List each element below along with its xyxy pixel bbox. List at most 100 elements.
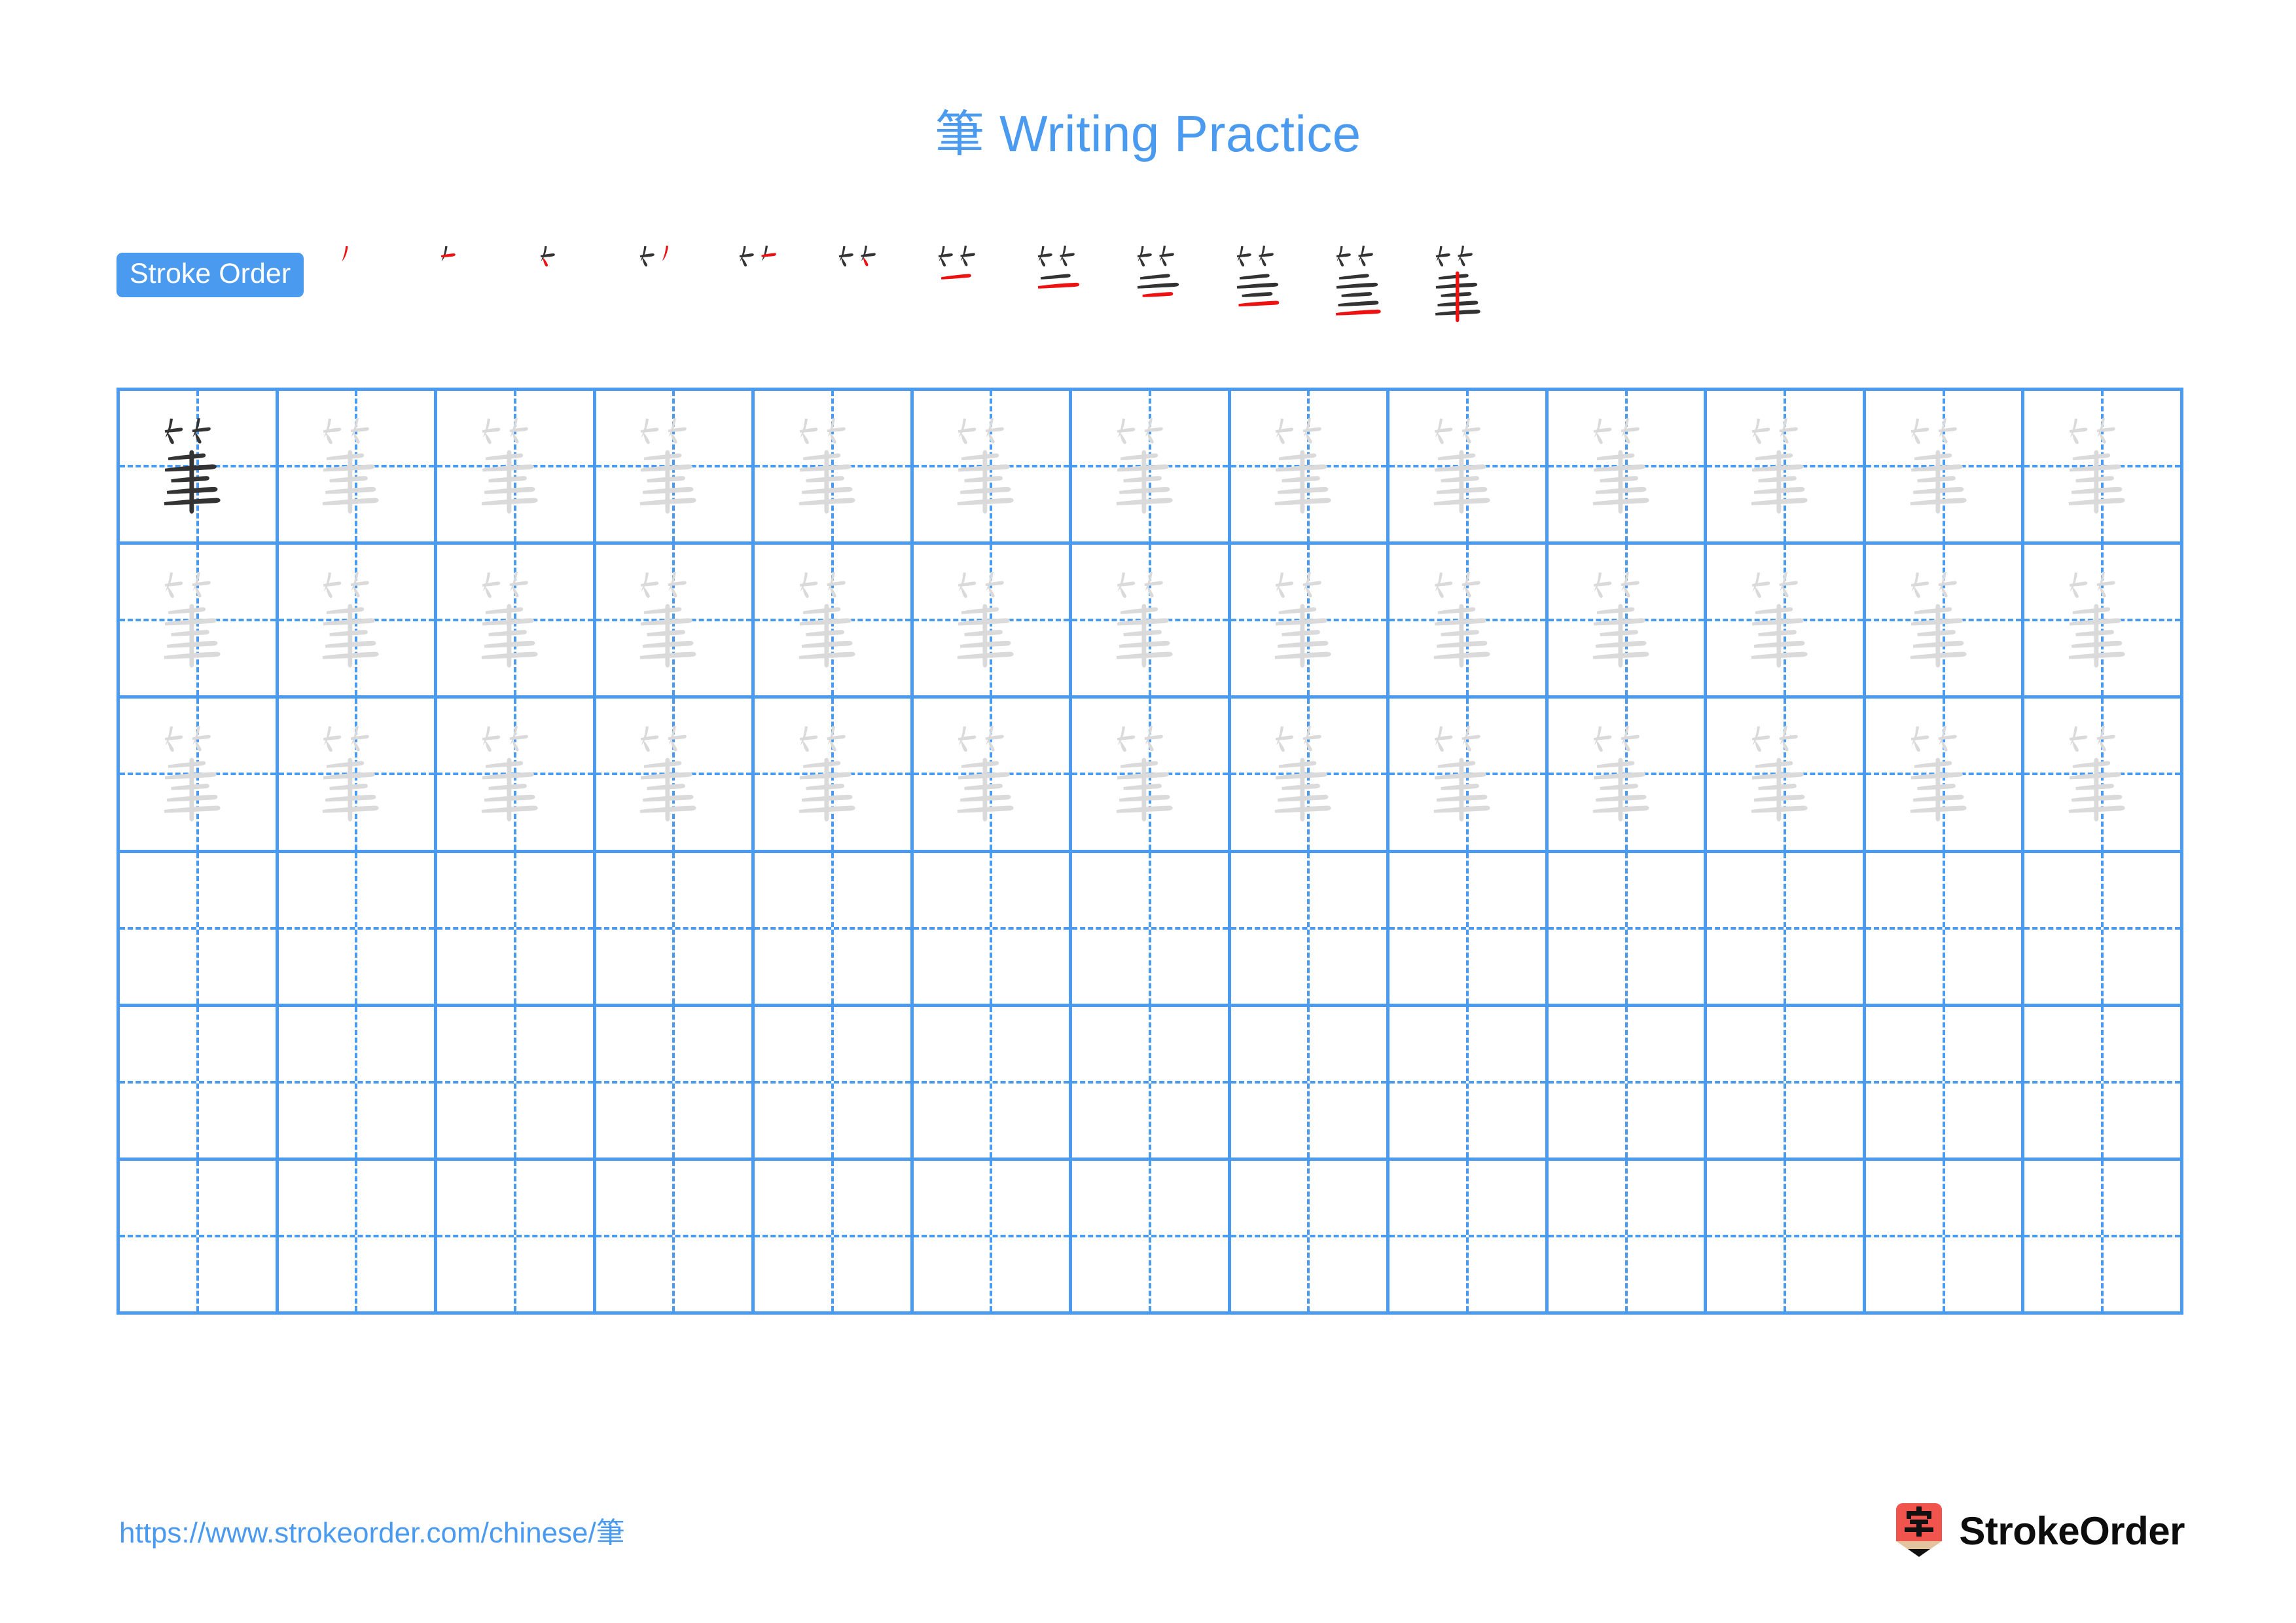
grid-cell[interactable] [278, 1160, 438, 1315]
grid-cell[interactable] [755, 545, 914, 699]
grid-cell[interactable] [755, 699, 914, 853]
grid-cell[interactable] [278, 545, 438, 699]
stroke-order-step-5 [716, 234, 816, 334]
grid-cell[interactable] [1072, 852, 1231, 1007]
grid-cell[interactable] [1707, 1006, 1866, 1161]
grid-cell[interactable] [1230, 699, 1390, 853]
grid-cell[interactable] [1230, 1160, 1390, 1315]
grid-row [120, 545, 2183, 699]
grid-cell[interactable] [1865, 1160, 2025, 1315]
grid-cell[interactable] [1230, 391, 1390, 545]
grid-cell[interactable] [437, 852, 596, 1007]
worksheet-page: 筆 Writing Practice Stroke Order https://… [0, 0, 2296, 1623]
trace-character [914, 545, 1069, 695]
grid-cell[interactable] [1707, 1160, 1866, 1315]
footer-url-prefix: https://www.strokeorder.com/chinese/ [119, 1517, 596, 1549]
grid-cell[interactable] [437, 391, 596, 545]
grid-cell[interactable] [1072, 1160, 1231, 1315]
grid-cell[interactable] [755, 391, 914, 545]
trace-character [1390, 391, 1545, 541]
stroke-order-step-2 [418, 234, 517, 334]
grid-cell[interactable] [1072, 699, 1231, 853]
grid-cell[interactable] [2024, 699, 2183, 853]
grid-cell[interactable] [120, 391, 279, 545]
grid-cell[interactable] [596, 1006, 755, 1161]
grid-cell[interactable] [120, 699, 279, 853]
grid-cell[interactable] [1865, 391, 2025, 545]
grid-cell[interactable] [437, 699, 596, 853]
grid-cell[interactable] [1230, 852, 1390, 1007]
grid-cell[interactable] [2024, 545, 2183, 699]
grid-cell[interactable] [1230, 1006, 1390, 1161]
stroke-order-step-4 [617, 234, 716, 334]
grid-cell[interactable] [1390, 1160, 1549, 1315]
grid-cell[interactable] [1548, 391, 1708, 545]
grid-cell[interactable] [1072, 545, 1231, 699]
grid-cell[interactable] [596, 852, 755, 1007]
grid-cell[interactable] [1865, 699, 2025, 853]
grid-cell[interactable] [1865, 1006, 2025, 1161]
grid-cell[interactable] [1230, 545, 1390, 699]
grid-cell[interactable] [2024, 1160, 2183, 1315]
grid-cell[interactable] [596, 699, 755, 853]
grid-cell[interactable] [1707, 699, 1866, 853]
grid-cell[interactable] [913, 391, 1073, 545]
footer-url[interactable]: https://www.strokeorder.com/chinese/筆 [119, 1509, 625, 1551]
grid-cell[interactable] [1548, 852, 1708, 1007]
grid-cell[interactable] [1707, 545, 1866, 699]
grid-cell[interactable] [2024, 852, 2183, 1007]
grid-cell[interactable] [913, 1160, 1073, 1315]
grid-cell[interactable] [913, 699, 1073, 853]
grid-cell[interactable] [2024, 1006, 2183, 1161]
grid-cell[interactable] [437, 545, 596, 699]
stroke-order-step-7 [915, 234, 1014, 334]
grid-cell[interactable] [1707, 391, 1866, 545]
grid-cell[interactable] [278, 391, 438, 545]
trace-character [1072, 391, 1228, 541]
grid-cell[interactable] [1548, 545, 1708, 699]
stroke-order-step-8 [1014, 234, 1114, 334]
grid-cell[interactable] [1548, 1006, 1708, 1161]
footer-url-character: 筆 [596, 1516, 625, 1550]
trace-character [755, 391, 910, 541]
grid-cell[interactable] [1072, 391, 1231, 545]
grid-cell[interactable] [1390, 545, 1549, 699]
grid-cell[interactable] [1865, 852, 2025, 1007]
grid-cell[interactable] [755, 1006, 914, 1161]
grid-cell[interactable] [596, 545, 755, 699]
grid-cell[interactable] [437, 1006, 596, 1161]
brand-name: StrokeOrder [1959, 1509, 2185, 1553]
grid-cell[interactable] [1548, 699, 1708, 853]
grid-cell[interactable] [120, 852, 279, 1007]
grid-cell[interactable] [913, 545, 1073, 699]
grid-cell[interactable] [1865, 545, 2025, 699]
trace-character [1231, 391, 1387, 541]
grid-cell[interactable] [1390, 391, 1549, 545]
grid-cell[interactable] [278, 852, 438, 1007]
model-character [120, 391, 276, 541]
trace-character [914, 699, 1069, 849]
trace-character [2024, 391, 2180, 541]
grid-cell[interactable] [1390, 699, 1549, 853]
grid-cell[interactable] [596, 391, 755, 545]
grid-cell[interactable] [120, 1160, 279, 1315]
trace-character [596, 699, 752, 849]
grid-cell[interactable] [755, 852, 914, 1007]
grid-cell[interactable] [913, 1006, 1073, 1161]
grid-cell[interactable] [1390, 852, 1549, 1007]
grid-cell[interactable] [1072, 1006, 1231, 1161]
trace-character [1390, 699, 1545, 849]
grid-cell[interactable] [120, 545, 279, 699]
grid-cell[interactable] [278, 699, 438, 853]
grid-cell[interactable] [2024, 391, 2183, 545]
grid-cell[interactable] [1707, 852, 1866, 1007]
grid-cell[interactable] [755, 1160, 914, 1315]
grid-cell[interactable] [437, 1160, 596, 1315]
brand-logo[interactable]: StrokeOrder [1893, 1503, 2185, 1559]
grid-cell[interactable] [120, 1006, 279, 1161]
grid-cell[interactable] [596, 1160, 755, 1315]
grid-cell[interactable] [278, 1006, 438, 1161]
grid-cell[interactable] [1548, 1160, 1708, 1315]
grid-cell[interactable] [913, 852, 1073, 1007]
grid-cell[interactable] [1390, 1006, 1549, 1161]
